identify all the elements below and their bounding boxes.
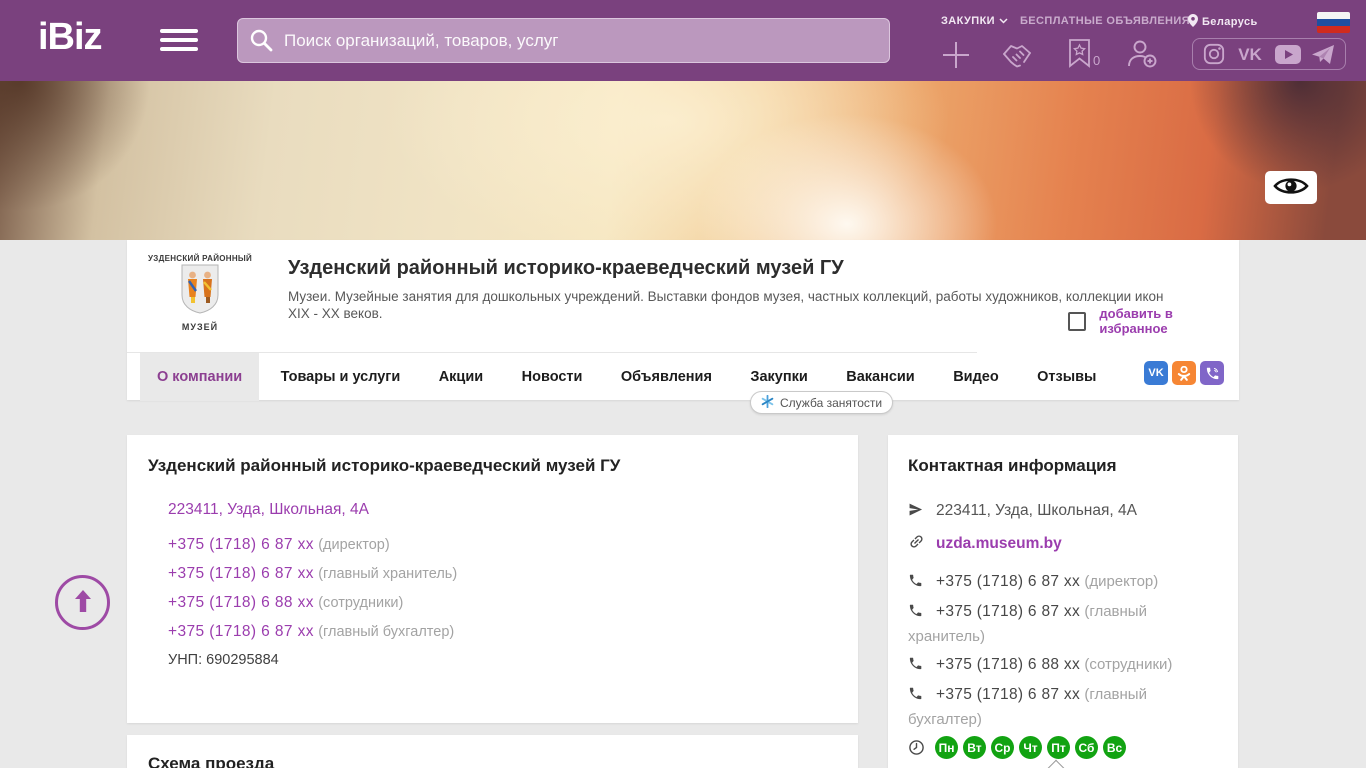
company-social-links: VK: [1144, 361, 1224, 385]
nav-free-ads[interactable]: БЕСПЛАТНЫЕ ОБЪЯВЛЕНИЯ: [1020, 15, 1190, 27]
day-badge[interactable]: Ср: [991, 736, 1014, 759]
about-card: Узденский районный историко-краеведчески…: [127, 435, 858, 723]
phone-row: +375 (1718) 6 88 xx (сотрудники): [168, 594, 404, 611]
header-social-links: VK: [1192, 38, 1346, 70]
vk-icon[interactable]: VK: [1235, 44, 1265, 64]
search-icon: [249, 28, 274, 58]
phone-link[interactable]: +375 (1718) 6 87 xx: [936, 603, 1080, 620]
company-description: Музеи. Музейные занятия для дошкольных у…: [288, 289, 1164, 321]
day-badge[interactable]: Вт: [963, 736, 986, 759]
contact-phone-row: +375 (1718) 6 87 xx (главный бухгалтер): [908, 685, 1147, 728]
eye-icon: [1273, 175, 1309, 200]
svg-text:VK: VK: [1238, 45, 1262, 64]
phone-icon: [908, 602, 925, 625]
search-box: [237, 18, 890, 63]
vacancy-tooltip: Служба занятости: [750, 391, 894, 414]
day-badge[interactable]: Сб: [1075, 736, 1098, 759]
tab-about[interactable]: О компании: [140, 353, 260, 401]
contact-title: Контактная информация: [908, 456, 1117, 475]
day-badge[interactable]: Чт: [1019, 736, 1042, 759]
tab-promotions[interactable]: Акции: [422, 353, 500, 401]
page: iBiz ЗАКУПКИ БЕСПЛАТНЫЕ ОБЪЯВЛЕНИЯ Белар…: [0, 0, 1366, 768]
add-company-icon[interactable]: [941, 40, 971, 75]
company-logo[interactable]: УЗДЕНСКИЙ РАЙОННЫЙ МУЗЕЙ: [148, 254, 252, 344]
navigation-arrow-icon: [908, 502, 925, 524]
contact-phone-row: +375 (1718) 6 87 xx (главный хранитель): [908, 602, 1147, 645]
tab-news[interactable]: Новости: [505, 353, 600, 401]
phone-row: +375 (1718) 6 87 xx (директор): [168, 536, 390, 553]
clock-icon: [908, 739, 925, 756]
tab-video[interactable]: Видео: [936, 353, 1016, 401]
phone-link[interactable]: +375 (1718) 6 87 xx: [168, 623, 314, 640]
about-title: Узденский районный историко-краеведчески…: [148, 456, 621, 475]
contact-card: Контактная информация 223411, Узда, Школ…: [888, 435, 1238, 768]
bookmarks-icon[interactable]: [1068, 38, 1091, 73]
phone-link[interactable]: +375 (1718) 6 88 xx: [168, 594, 314, 611]
day-badge[interactable]: Пн: [935, 736, 958, 759]
link-icon: [908, 533, 925, 557]
company-name: Узденский районный историко-краеведчески…: [288, 257, 844, 279]
language-flag-ru[interactable]: [1317, 12, 1350, 33]
employment-service-icon: [761, 394, 774, 411]
contact-phone-row: +375 (1718) 6 88 xx (сотрудники): [908, 653, 1218, 678]
weekday-badges: Пн Вт Ср Чт Пт Сб Вс: [935, 736, 1126, 759]
phone-row: +375 (1718) 6 87 xx (главный хранитель): [168, 565, 458, 582]
search-input[interactable]: [237, 18, 890, 63]
instagram-icon[interactable]: [1203, 43, 1225, 65]
youtube-icon[interactable]: [1275, 44, 1301, 64]
company-card: УЗДЕНСКИЙ РАЙОННЫЙ МУЗЕЙ Узденский район…: [127, 240, 1239, 414]
nav-procurement[interactable]: ЗАКУПКИ: [941, 15, 1008, 27]
nav-country[interactable]: Беларусь: [1188, 14, 1258, 30]
header: iBiz ЗАКУПКИ БЕСПЛАТНЫЕ ОБЪЯВЛЕНИЯ Белар…: [0, 0, 1366, 81]
favorite-checkbox[interactable]: [1068, 311, 1087, 331]
site-logo[interactable]: iBiz: [38, 16, 103, 59]
tab-products[interactable]: Товары и услуги: [264, 353, 418, 401]
accessibility-eye-button[interactable]: [1265, 171, 1317, 204]
location-pin-icon: [1188, 14, 1198, 30]
phone-link[interactable]: +375 (1718) 6 87 xx: [936, 573, 1080, 590]
website-link[interactable]: uzda.museum.by: [936, 535, 1062, 552]
scroll-top-button[interactable]: [55, 575, 110, 630]
bookmarks-count[interactable]: 0: [1093, 53, 1100, 68]
day-badge[interactable]: Вс: [1103, 736, 1126, 759]
phone-link[interactable]: +375 (1718) 6 88 xx: [936, 656, 1080, 673]
tab-reviews[interactable]: Отзывы: [1020, 353, 1113, 401]
arrow-up-icon: [72, 588, 94, 617]
phone-link[interactable]: +375 (1718) 6 87 xx: [168, 536, 314, 553]
user-register-icon[interactable]: [1126, 39, 1158, 74]
working-hours-row: Пн Вт Ср Чт Пт Сб Вс: [908, 736, 1218, 759]
handshake-icon[interactable]: [1001, 42, 1037, 75]
contact-phone-row: +375 (1718) 6 87 xx (директор): [908, 570, 1218, 595]
hero-image: [0, 81, 1366, 240]
chevron-down-icon: [999, 15, 1008, 27]
vk-badge-icon[interactable]: VK: [1144, 361, 1168, 385]
telegram-icon[interactable]: [1311, 44, 1335, 65]
contact-address-row: 223411, Узда, Школьная, 4А: [908, 500, 1218, 524]
viber-badge-icon[interactable]: [1200, 361, 1224, 385]
add-to-favorites[interactable]: добавить в избранное: [1068, 306, 1239, 336]
phone-link[interactable]: +375 (1718) 6 87 xx: [936, 686, 1080, 703]
tab-ads[interactable]: Объявления: [604, 353, 729, 401]
phone-icon: [908, 655, 925, 678]
odnoklassniki-badge-icon[interactable]: [1172, 361, 1196, 385]
day-badge[interactable]: Пт: [1047, 736, 1070, 759]
phone-icon: [908, 685, 925, 708]
phone-icon: [908, 572, 925, 595]
about-address-link[interactable]: 223411, Узда, Школьная, 4А: [168, 500, 369, 520]
menu-icon[interactable]: [160, 29, 198, 55]
phone-row: +375 (1718) 6 87 xx (главный бухгалтер): [168, 623, 455, 640]
map-title: Схема проезда: [148, 754, 275, 768]
phone-link[interactable]: +375 (1718) 6 87 xx: [168, 565, 314, 582]
unp-number: УНП: 690295884: [168, 652, 279, 668]
coat-of-arms-icon: [179, 264, 221, 319]
contact-website-row: uzda.museum.by: [908, 533, 1218, 557]
favorite-label: добавить в избранное: [1099, 306, 1173, 336]
map-card: Схема проезда: [127, 735, 858, 768]
